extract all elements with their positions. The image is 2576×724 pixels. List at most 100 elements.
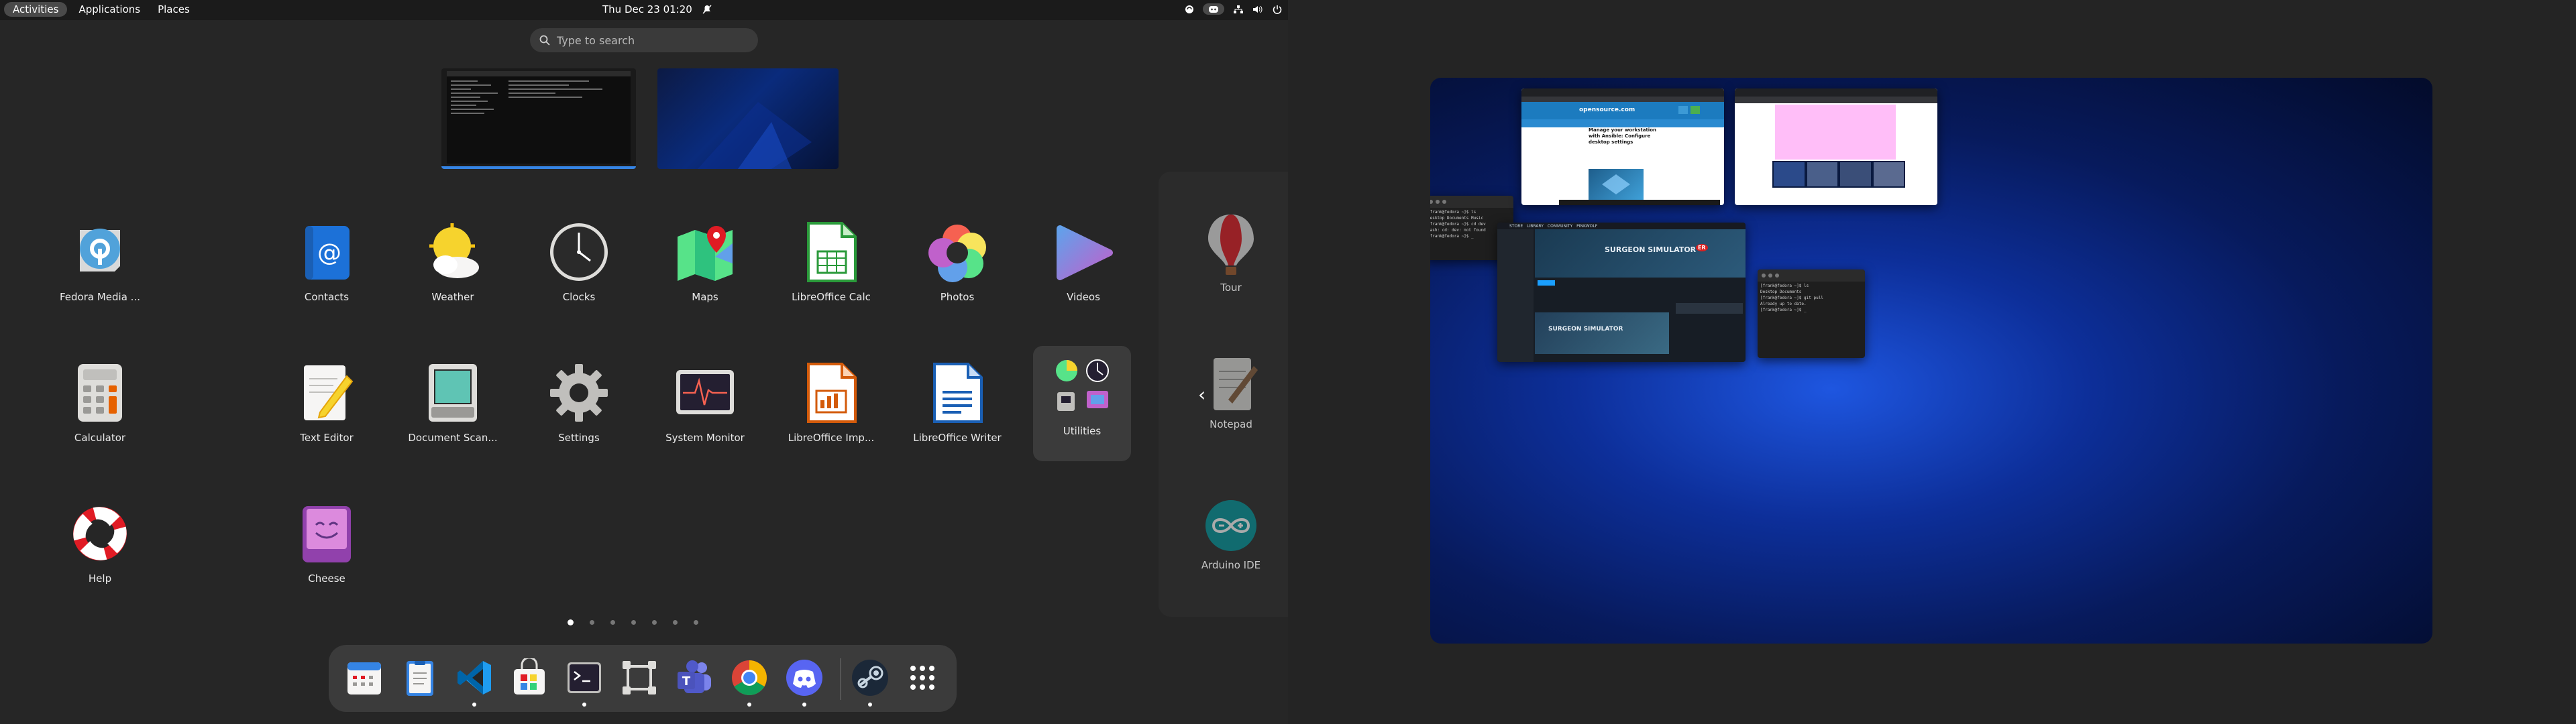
svg-text:T: T xyxy=(682,674,691,688)
dock-vscode[interactable] xyxy=(451,654,498,707)
app-tour[interactable]: Tour xyxy=(1181,212,1281,294)
app-folder-utilities[interactable]: Utilities xyxy=(1033,346,1131,461)
app-libreoffice-writer[interactable]: LibreOffice Writer xyxy=(907,353,1008,480)
steam-tab-community[interactable]: COMMUNITY xyxy=(1548,224,1572,229)
software-center-icon xyxy=(514,658,545,695)
app-label: Notepad xyxy=(1210,418,1252,430)
svg-text:@: @ xyxy=(317,239,341,267)
app-weather[interactable]: Weather xyxy=(402,212,503,339)
page-dot[interactable] xyxy=(673,620,678,625)
steam-tab-store[interactable]: STORE xyxy=(1509,224,1523,229)
dock-teams[interactable]: T xyxy=(671,654,718,701)
app-libreoffice-impress[interactable]: LibreOffice Imp... xyxy=(781,353,881,480)
app-label: Arduino IDE xyxy=(1201,559,1261,571)
sync-tray-icon[interactable] xyxy=(1183,3,1195,15)
app-calculator[interactable]: Calculator xyxy=(50,353,150,480)
steam-tab-profile[interactable]: PINKWOLF xyxy=(1576,224,1597,229)
workspace-thumbnail-1[interactable] xyxy=(441,68,636,169)
steam-icon xyxy=(852,660,888,696)
app-label: Tour xyxy=(1220,282,1242,294)
app-videos[interactable]: Videos xyxy=(1033,212,1134,339)
app-libreoffice-calc[interactable]: LibreOffice Calc xyxy=(781,212,881,339)
document-scanner-icon xyxy=(419,359,486,426)
photos-icon xyxy=(924,219,991,286)
steam-tab-library[interactable]: LIBRARY xyxy=(1527,224,1544,229)
dock-discord[interactable] xyxy=(781,654,828,707)
page-dot[interactable] xyxy=(652,620,657,625)
tour-icon xyxy=(1208,215,1254,275)
network-icon[interactable] xyxy=(1232,3,1244,15)
game-title: SURGEON SIMULATOR xyxy=(1605,245,1697,254)
running-indicator xyxy=(747,703,751,707)
dock-steam[interactable] xyxy=(847,654,894,707)
window-terminal[interactable]: [frank@fedora ~]$ ls Desktop Documents [… xyxy=(1758,269,1865,358)
power-icon[interactable] xyxy=(1271,3,1283,15)
app-contacts[interactable]: @ Contacts xyxy=(276,212,377,339)
search-bar[interactable] xyxy=(530,28,758,52)
app-arduino-ide[interactable]: Arduino IDE xyxy=(1181,493,1281,571)
window-browser-news[interactable] xyxy=(1735,88,1937,205)
app-label: Calculator xyxy=(74,432,126,444)
site-name: opensource.com xyxy=(1579,107,1635,113)
volume-icon[interactable] xyxy=(1252,3,1263,15)
calculator-icon xyxy=(66,359,133,426)
applications-menu[interactable]: Applications xyxy=(72,2,146,17)
app-maps[interactable]: Maps xyxy=(655,212,755,339)
app-label: LibreOffice Imp... xyxy=(788,432,875,444)
activities-button[interactable]: Activities xyxy=(4,2,68,17)
app-label: Settings xyxy=(558,432,600,444)
game-badge: ER xyxy=(1696,244,1708,251)
notifications-muted-icon[interactable] xyxy=(702,4,713,15)
clock[interactable]: Thu Dec 23 01:20 xyxy=(602,3,692,15)
dock-chrome[interactable] xyxy=(726,654,773,707)
app-label: Clocks xyxy=(562,291,596,303)
running-indicator xyxy=(868,703,872,707)
app-photos[interactable]: Photos xyxy=(907,212,1008,339)
page-dot[interactable] xyxy=(694,620,698,625)
app-label: System Monitor xyxy=(665,432,745,444)
places-menu[interactable]: Places xyxy=(152,2,196,17)
libreoffice-calc-icon xyxy=(798,219,865,286)
page-dot[interactable] xyxy=(590,620,594,625)
dock: T xyxy=(329,645,957,712)
app-help[interactable]: Help xyxy=(50,493,150,621)
app-document-scanner[interactable]: Document Scan... xyxy=(402,353,503,480)
window-steam[interactable]: STORE LIBRARY COMMUNITY PINKWOLF SURGEON… xyxy=(1497,223,1746,362)
app-notepad[interactable]: Notepad xyxy=(1181,353,1281,430)
app-clocks[interactable]: Clocks xyxy=(529,212,629,339)
app-fedora-media-writer[interactable]: Fedora Media ... xyxy=(50,212,150,339)
search-input[interactable] xyxy=(555,33,746,48)
discord-icon xyxy=(786,660,822,696)
running-indicator xyxy=(472,703,476,707)
app-label: Cheese xyxy=(308,572,345,585)
app-text-editor[interactable]: Text Editor xyxy=(276,353,377,480)
app-cheese[interactable]: Cheese xyxy=(276,493,377,621)
app-settings[interactable]: Settings xyxy=(529,353,629,480)
app-system-monitor[interactable]: System Monitor xyxy=(655,353,755,480)
app-label: LibreOffice Calc xyxy=(792,291,871,303)
chrome-icon xyxy=(732,660,767,695)
dock-files[interactable] xyxy=(396,654,443,701)
page-dot[interactable] xyxy=(610,620,615,625)
workspace-preview[interactable]: [frank@fedora ~]$ ls Desktop Documents M… xyxy=(1430,78,2432,644)
game-banner-title: SURGEON SIMULATOR xyxy=(1548,326,1623,333)
dock-show-apps[interactable] xyxy=(899,654,946,701)
dock-software[interactable] xyxy=(506,654,553,701)
app-label: Photos xyxy=(940,291,975,303)
page-dot[interactable] xyxy=(568,619,574,625)
left-monitor: Activities Applications Places Thu Dec 2… xyxy=(0,0,1288,724)
dock-terminal[interactable] xyxy=(561,654,608,707)
next-page-arrow-icon[interactable]: ‹ xyxy=(1198,383,1205,406)
fedora-media-writer-icon xyxy=(66,219,133,286)
vscode-icon xyxy=(458,661,491,695)
help-icon xyxy=(66,500,133,567)
workspace-thumbnail-2[interactable] xyxy=(657,68,839,169)
dock-calendar[interactable] xyxy=(341,654,388,701)
contacts-icon: @ xyxy=(293,219,360,286)
window-browser-article[interactable]: opensource.com Manage your workstation w… xyxy=(1521,88,1724,205)
discord-tray-icon[interactable] xyxy=(1203,3,1224,15)
page-dot[interactable] xyxy=(631,620,636,625)
app-label: Weather xyxy=(431,291,474,303)
notepad-icon xyxy=(1214,358,1258,410)
dock-kdenlive[interactable] xyxy=(616,654,663,701)
